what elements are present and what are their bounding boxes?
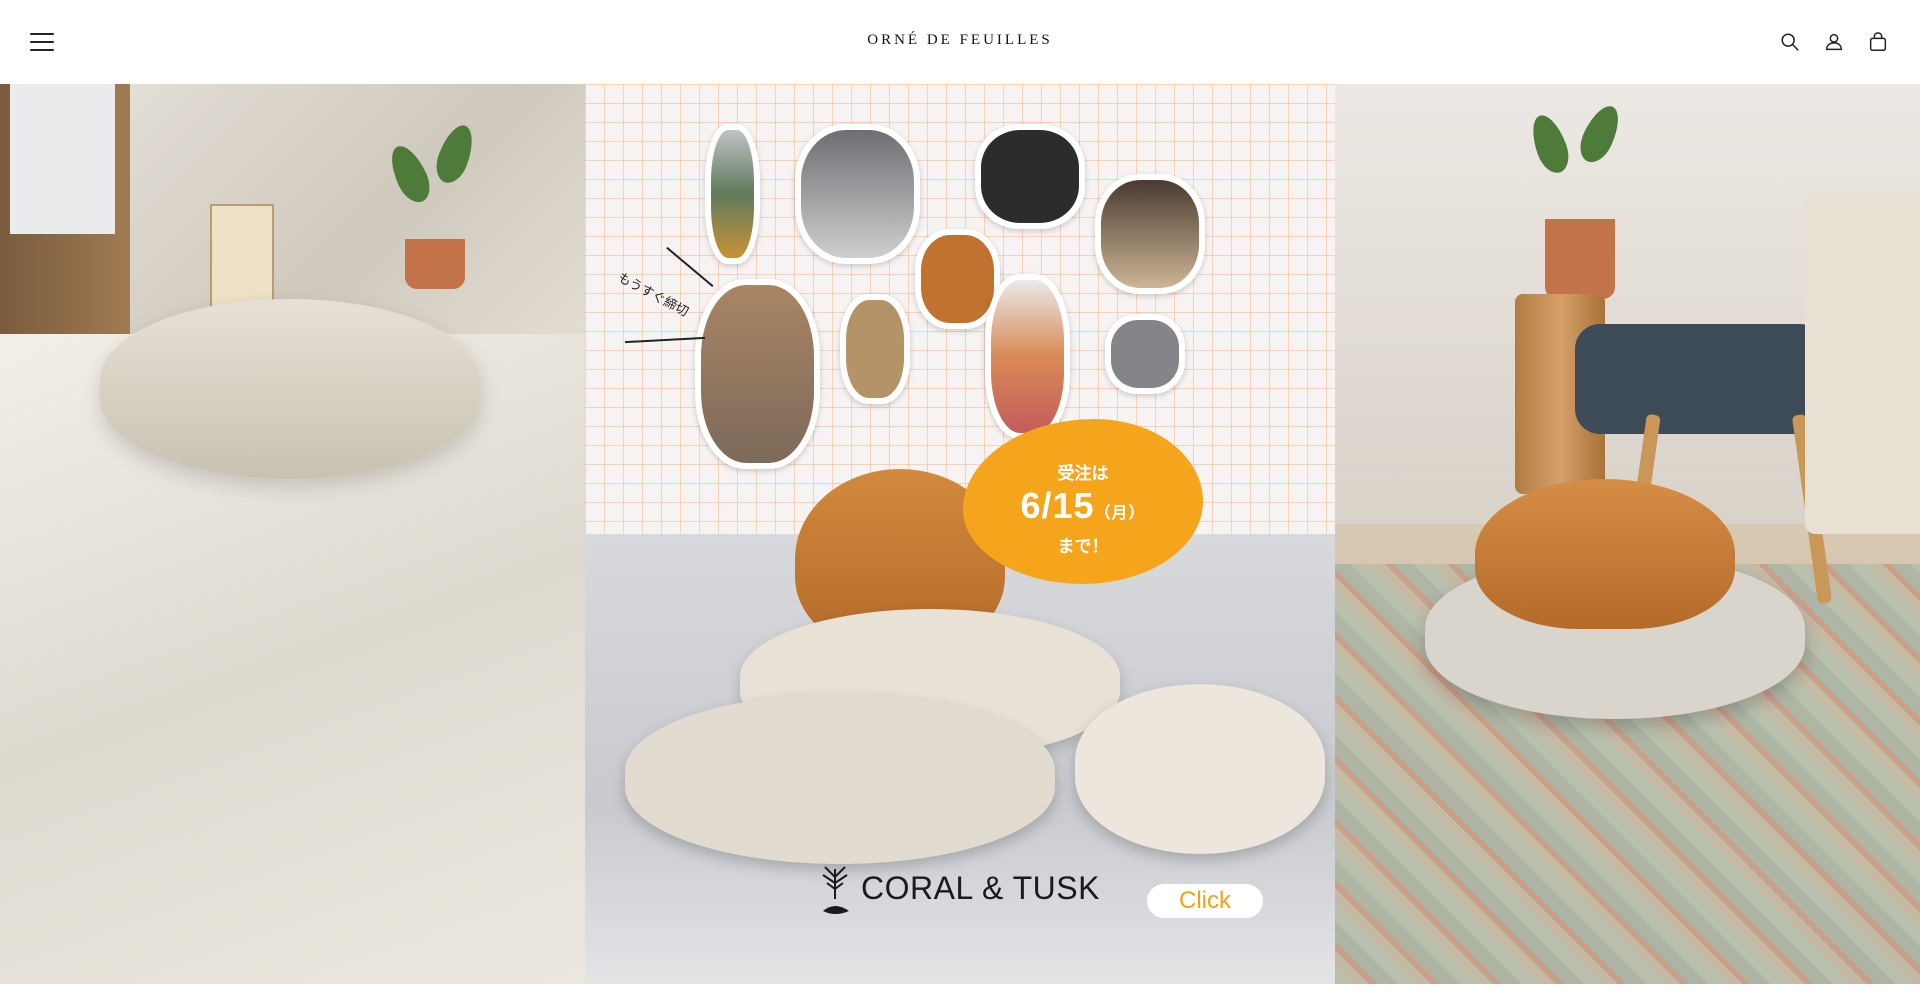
order-date: 6/15（月） — [963, 485, 1203, 527]
cat-cushion — [625, 694, 1055, 864]
cat-cushion — [100, 299, 480, 479]
hero-image-right[interactable] — [1335, 84, 1920, 984]
click-button[interactable]: Click — [1147, 884, 1263, 918]
hero-banner[interactable]: もうすぐ締切 受注は 6/15（月） まで！ CORAL & TUSK Clic… — [0, 84, 1920, 984]
plant-leaf — [430, 120, 480, 188]
menu-icon[interactable] — [30, 30, 54, 54]
brand-logo: CORAL & TUSK — [815, 859, 1100, 917]
tree-icon — [822, 866, 849, 914]
plant-leaf — [1525, 110, 1575, 178]
site-logo[interactable]: ORNÉ DE FEUILLES — [867, 32, 1053, 49]
account-icon[interactable] — [1822, 30, 1846, 54]
siamese-sticker — [1095, 174, 1205, 294]
plant-leaf — [1573, 100, 1627, 168]
order-until: まで！ — [1057, 537, 1109, 556]
dog-sticker — [975, 124, 1085, 229]
plant-leaf — [383, 140, 437, 208]
brand-name: CORAL & TUSK — [861, 869, 1100, 906]
orange-cat — [1475, 479, 1735, 629]
cart-icon[interactable] — [1866, 30, 1890, 54]
tabby-sticker — [695, 279, 820, 469]
throw-blanket — [1805, 194, 1920, 534]
hero-image-left[interactable] — [0, 84, 585, 984]
search-icon[interactable] — [1778, 30, 1802, 54]
plant-pot — [1545, 219, 1615, 299]
order-label: 受注は — [1057, 464, 1109, 483]
chair-seat — [1575, 324, 1825, 434]
order-date-value: 6/15 — [1020, 485, 1095, 526]
grey-cat-sticker — [1105, 314, 1185, 394]
poodle-sticker — [705, 124, 760, 264]
white-cat-sticker — [985, 274, 1070, 439]
site-header: ORNÉ DE FEUILLES — [0, 0, 1920, 84]
hero-image-center[interactable]: もうすぐ締切 受注は 6/15（月） まで！ CORAL & TUSK Clic… — [585, 84, 1335, 984]
puppy-sticker — [840, 294, 910, 404]
window-frame — [0, 84, 130, 364]
cat-cushion — [1075, 684, 1325, 854]
plant-pot — [405, 239, 465, 289]
order-day: （月） — [1094, 505, 1146, 522]
header-actions — [1778, 30, 1890, 54]
cat-sticker — [795, 124, 920, 264]
